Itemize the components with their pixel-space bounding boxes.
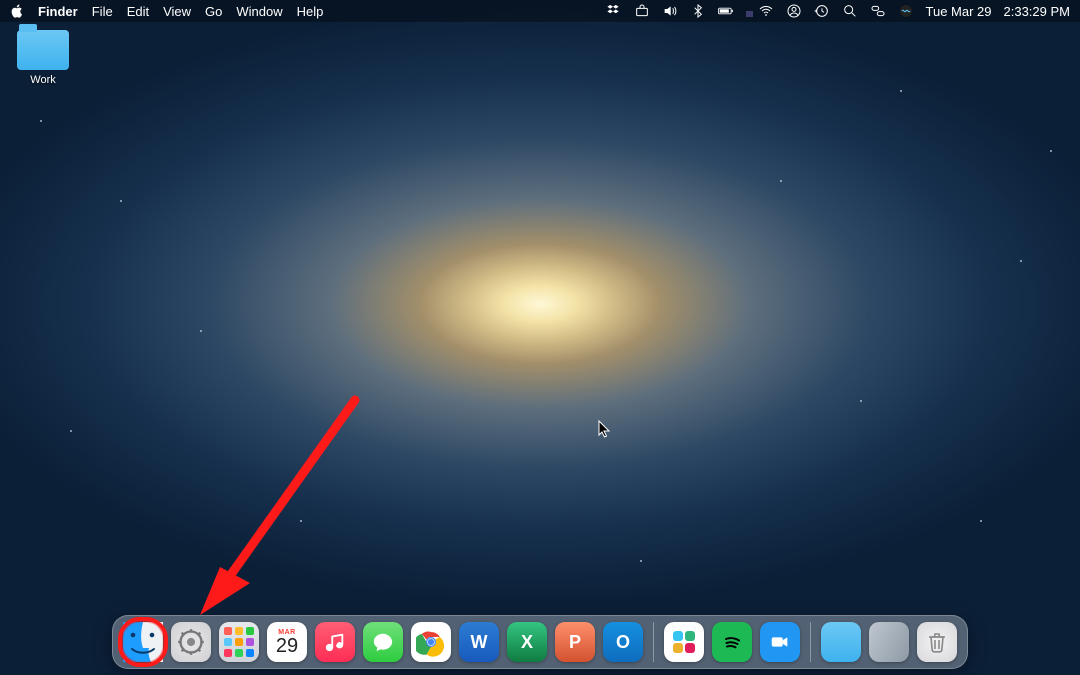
dock-app-slack[interactable] xyxy=(664,622,704,662)
dock-app-spotify[interactable] xyxy=(712,622,752,662)
mouse-cursor xyxy=(598,420,612,443)
time-machine-icon[interactable] xyxy=(814,3,830,19)
menu-file[interactable]: File xyxy=(92,4,113,19)
dock-app-messages[interactable] xyxy=(363,622,403,662)
dock-app-chrome[interactable] xyxy=(411,622,451,662)
menu-help[interactable]: Help xyxy=(297,4,324,19)
desktop-folder-label: Work xyxy=(12,74,74,86)
wifi-icon[interactable] xyxy=(758,3,774,19)
bluetooth-icon[interactable] xyxy=(690,3,706,19)
user-switch-icon[interactable] xyxy=(786,3,802,19)
dock-trash[interactable] xyxy=(917,622,957,662)
toolbox-icon[interactable] xyxy=(634,3,650,19)
dock-app-outlook[interactable]: O xyxy=(603,622,643,662)
dock-app-word[interactable]: W xyxy=(459,622,499,662)
active-app-name[interactable]: Finder xyxy=(38,4,78,19)
folder-icon xyxy=(17,30,69,70)
volume-icon[interactable] xyxy=(662,3,678,19)
menu-view[interactable]: View xyxy=(163,4,191,19)
menu-go[interactable]: Go xyxy=(205,4,222,19)
menubar: Finder File Edit View Go Window Help Tue… xyxy=(0,0,1080,22)
desktop-folder-work[interactable]: Work xyxy=(12,30,74,86)
menubar-date[interactable]: Tue Mar 29 xyxy=(926,4,992,19)
excel-letter: X xyxy=(521,632,533,653)
dock-app-excel[interactable]: X xyxy=(507,622,547,662)
dock-downloads-folder[interactable] xyxy=(821,622,861,662)
battery-icon[interactable] xyxy=(718,3,734,19)
menubar-time[interactable]: 2:33:29 PM xyxy=(1004,4,1071,19)
spotlight-icon[interactable] xyxy=(842,3,858,19)
dock-app-powerpoint[interactable]: P xyxy=(555,622,595,662)
dock-app-music[interactable] xyxy=(315,622,355,662)
calendar-day: 29 xyxy=(276,636,298,656)
ppt-letter: P xyxy=(569,632,581,653)
outlook-letter: O xyxy=(616,632,630,653)
dock-app-system-settings[interactable] xyxy=(171,622,211,662)
dock: MAR 29 W X P O xyxy=(112,615,968,669)
menu-edit[interactable]: Edit xyxy=(127,4,149,19)
control-center-icon[interactable] xyxy=(870,3,886,19)
dropbox-icon[interactable] xyxy=(606,3,622,19)
dock-app-zoom[interactable] xyxy=(760,622,800,662)
dock-app-launchpad[interactable] xyxy=(219,622,259,662)
dock-app-finder[interactable] xyxy=(123,622,163,662)
dock-recent-stack[interactable] xyxy=(869,622,909,662)
apple-menu[interactable] xyxy=(10,4,24,18)
dock-separator-2 xyxy=(810,622,811,662)
word-letter: W xyxy=(471,632,488,653)
menu-window[interactable]: Window xyxy=(236,4,282,19)
dock-separator xyxy=(653,622,654,662)
dock-app-calendar[interactable]: MAR 29 xyxy=(267,622,307,662)
desktop-wallpaper xyxy=(0,0,1080,675)
siri-icon[interactable] xyxy=(898,3,914,19)
